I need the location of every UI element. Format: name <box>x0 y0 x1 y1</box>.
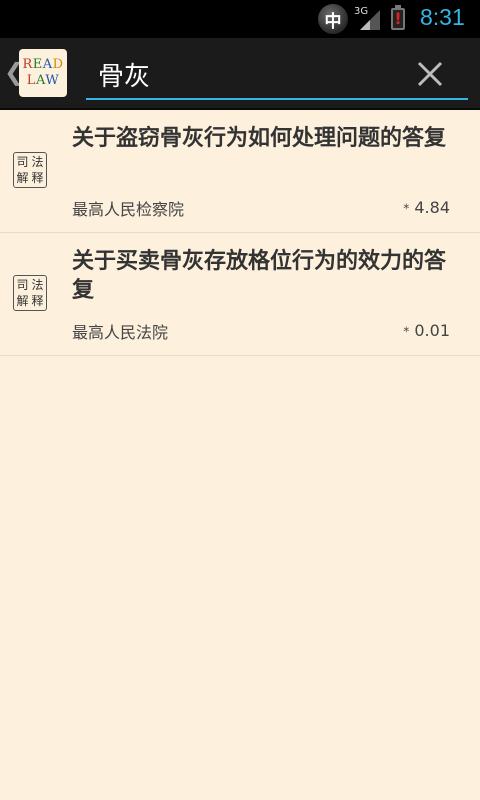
type-char: 释 <box>31 294 44 308</box>
action-bar: ❮ READ LAW <box>0 38 480 110</box>
input-method-label: 中 <box>324 11 342 32</box>
logo-line1: READ <box>22 57 63 73</box>
battery-icon: ! <box>391 5 405 30</box>
search-field <box>86 52 468 100</box>
logo-letter: A <box>42 57 53 72</box>
score-value: 4.84 <box>414 198 450 217</box>
logo-letter: R <box>22 57 33 72</box>
type-char: 释 <box>31 171 44 185</box>
logo-letter: D <box>52 57 64 72</box>
item-title: 关于买卖骨灰存放格位行为的效力的答复 <box>72 249 447 303</box>
signal-icon <box>360 10 380 30</box>
item-title: 关于盗窃骨灰行为如何处理问题的答复 <box>72 126 447 151</box>
type-char: 法 <box>31 155 44 169</box>
close-icon[interactable] <box>416 60 444 88</box>
type-char: 法 <box>31 278 44 292</box>
logo-letter: E <box>32 57 43 72</box>
logo-line2: LAW <box>27 73 59 89</box>
input-method-icon: 中 <box>318 4 348 34</box>
star-icon: * <box>403 324 410 339</box>
judicial-interpretation-icon: 司 法 解 释 <box>13 275 47 311</box>
status-bar: 中 3G ! 8:31 <box>0 0 480 38</box>
logo-letter: W <box>45 73 60 88</box>
search-input[interactable] <box>98 56 398 92</box>
app-logo[interactable]: READ LAW <box>19 49 67 97</box>
list-item[interactable]: 司 法 解 释 关于买卖骨灰存放格位行为的效力的答复 最高人民法院 * 0.01 <box>0 233 480 356</box>
star-icon: * <box>403 201 410 216</box>
type-char: 解 <box>16 171 29 185</box>
item-score: * 0.01 <box>403 321 450 340</box>
logo-letter: A <box>35 73 46 88</box>
logo-letter: L <box>26 73 36 88</box>
type-char: 司 <box>16 155 29 169</box>
type-char: 解 <box>16 294 29 308</box>
item-score: * 4.84 <box>403 198 450 217</box>
clock: 8:31 <box>420 4 465 30</box>
results-list: 司 法 解 释 关于盗窃骨灰行为如何处理问题的答复 最高人民检察院 * 4.84… <box>0 110 480 356</box>
judicial-interpretation-icon: 司 法 解 释 <box>13 152 47 188</box>
item-source: 最高人民检察院 <box>72 200 185 219</box>
type-char: 司 <box>16 278 29 292</box>
score-value: 0.01 <box>414 321 450 340</box>
battery-alert-icon: ! <box>394 9 402 28</box>
item-source: 最高人民法院 <box>72 323 169 342</box>
list-item[interactable]: 司 法 解 释 关于盗窃骨灰行为如何处理问题的答复 最高人民检察院 * 4.84 <box>0 110 480 233</box>
